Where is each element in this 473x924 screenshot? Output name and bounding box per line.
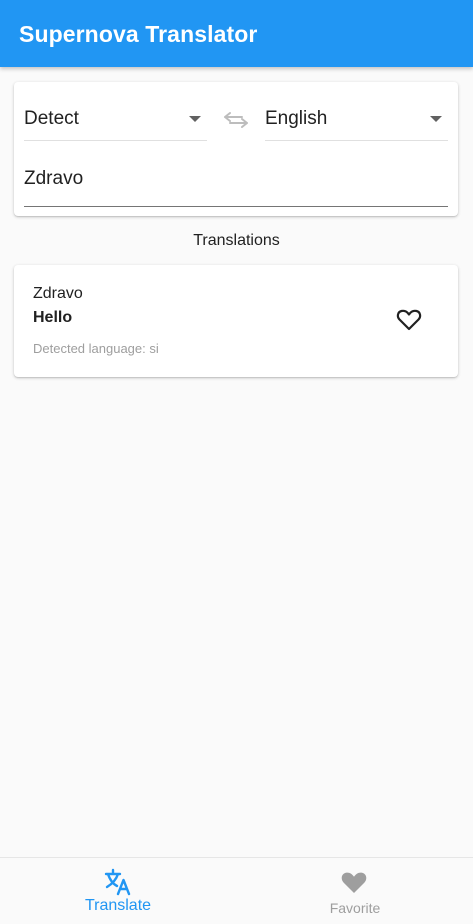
- translator-card: Detect English Zdravo: [14, 82, 458, 216]
- nav-item-favorite[interactable]: Favorite: [237, 858, 473, 924]
- source-language-dropdown[interactable]: Detect: [24, 100, 207, 141]
- target-language-value: English: [265, 108, 328, 129]
- swap-languages-button[interactable]: [222, 108, 250, 132]
- translation-input[interactable]: Zdravo: [24, 160, 448, 207]
- favorite-button[interactable]: [392, 303, 426, 337]
- chevron-down-icon: [430, 116, 442, 122]
- heart-icon: [341, 872, 367, 893]
- app-title: Supernova Translator: [19, 21, 258, 47]
- translation-input-value: Zdravo: [24, 168, 84, 189]
- nav-item-translate[interactable]: Translate: [0, 858, 236, 924]
- app-bar: Supernova Translator: [0, 0, 473, 67]
- target-language-dropdown[interactable]: English: [265, 100, 448, 141]
- nav-label-favorite: Favorite: [329, 900, 381, 916]
- detected-language-text: Detected language: si: [33, 341, 159, 356]
- chevron-down-icon: [189, 116, 201, 122]
- translate-icon: [104, 868, 131, 896]
- translations-heading: Translations: [193, 232, 280, 249]
- bottom-navigation: Translate Favorite: [0, 857, 473, 924]
- source-language-value: Detect: [24, 108, 79, 129]
- result-source-text: Zdravo: [33, 285, 83, 302]
- swap-icon: [224, 112, 248, 128]
- translation-result-card: Zdravo Hello Detected language: si: [14, 265, 458, 377]
- nav-label-translate: Translate: [84, 897, 152, 914]
- heart-outline-icon: [396, 309, 422, 331]
- result-translation-text: Hello: [33, 309, 73, 326]
